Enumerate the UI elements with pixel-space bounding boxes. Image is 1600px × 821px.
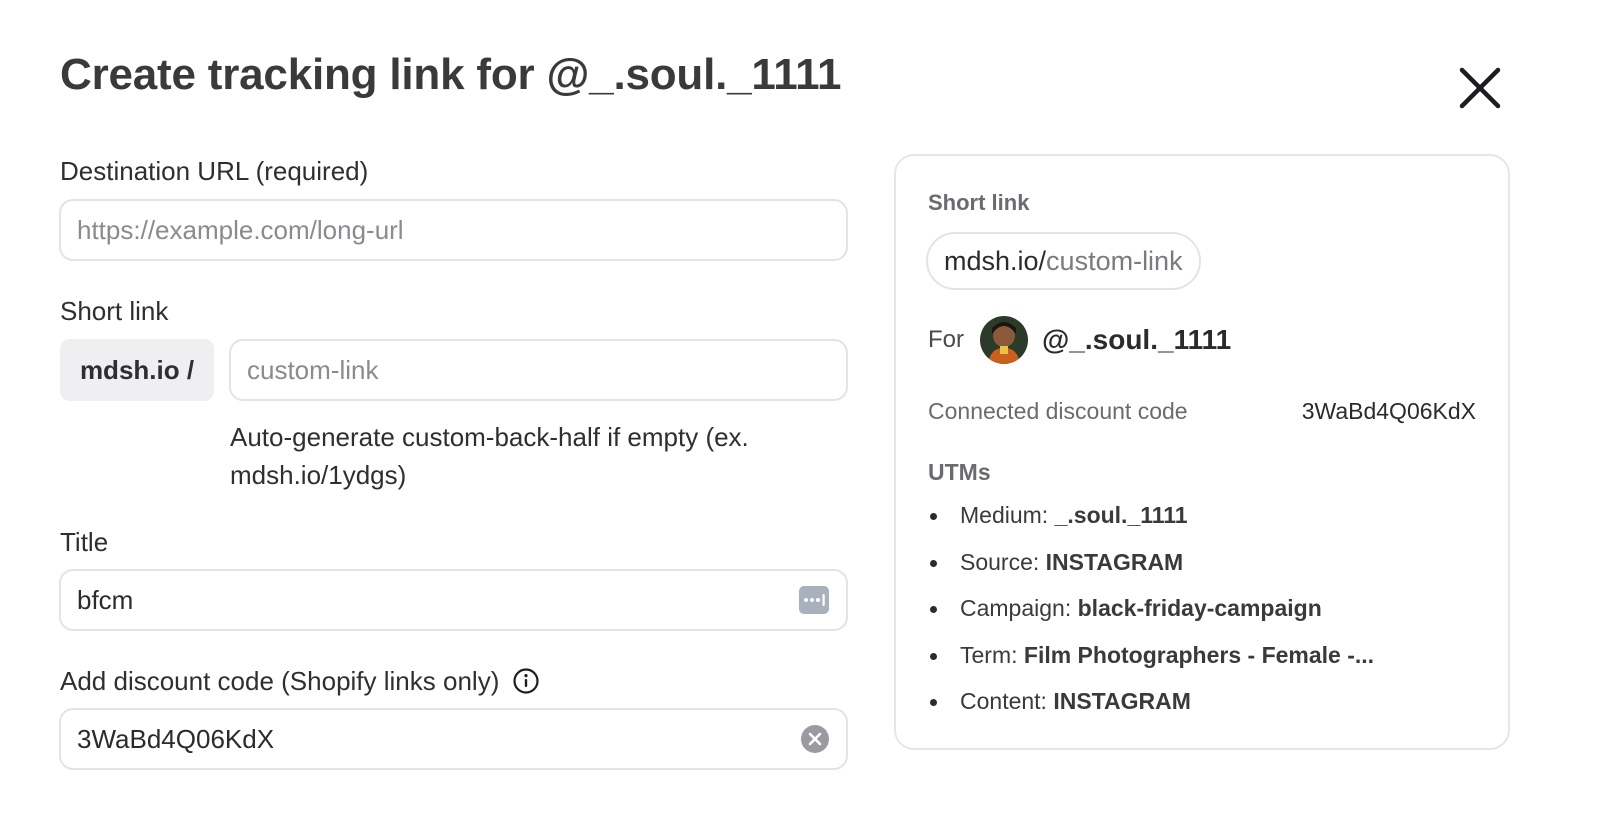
preview-card: Short link mdsh.io/custom-link For @_.so… [894, 154, 1510, 750]
utm-value: INSTAGRAM [1053, 688, 1191, 714]
clear-icon[interactable] [800, 724, 830, 754]
utm-key: Medium: [960, 502, 1049, 528]
preview-for-label: For [928, 326, 964, 353]
preview-short-link: mdsh.io/custom-link [926, 232, 1201, 290]
short-link-hint: Auto-generate custom-back-half if empty … [230, 422, 749, 490]
preview-discount-value: 3WaBd4Q06KdX [1301, 398, 1476, 424]
discount-code-input[interactable] [77, 723, 792, 755]
short-link-field[interactable] [229, 339, 848, 401]
utm-item-source: Source: INSTAGRAM [928, 549, 1374, 596]
preview-utms-caption: UTMs [928, 459, 991, 485]
preview-short-link-base: mdsh.io/ [944, 245, 1047, 276]
destination-url-input[interactable] [77, 214, 830, 246]
title-field[interactable] [59, 569, 848, 631]
title-label: Title [60, 527, 109, 557]
create-tracking-link-modal: Create tracking link for @_.soul._1111 D… [0, 0, 1600, 821]
preview-discount-label: Connected discount code [928, 398, 1188, 424]
avatar [980, 316, 1028, 364]
utm-key: Source: [960, 548, 1040, 575]
short-link-label: Short link [60, 296, 169, 326]
password-manager-icon[interactable] [798, 585, 830, 615]
utm-key: Campaign: [960, 595, 1072, 621]
preview-short-link-caption: Short link [928, 190, 1030, 215]
preview-short-link-slug: custom-link [1046, 245, 1183, 276]
short-link-prefix: mdsh.io / [60, 339, 214, 401]
utm-item-term: Term: Film Photographers - Female -... [928, 642, 1374, 689]
utm-value: Film Photographers - Female -... [1023, 641, 1375, 668]
destination-url-label: Destination URL (required) [60, 156, 369, 186]
title-input[interactable] [77, 584, 790, 616]
utm-value: INSTAGRAM [1045, 548, 1184, 575]
utm-key: Term: [960, 641, 1018, 668]
utm-item-medium: Medium: _.soul._1111 [928, 502, 1374, 549]
destination-url-field[interactable] [59, 199, 848, 261]
preview-handle: @_.soul._1111 [1042, 324, 1232, 355]
info-icon[interactable] [513, 668, 539, 694]
utm-key: Content: [960, 688, 1047, 714]
preview-for-row: For @_.soul._1111 [928, 316, 1231, 364]
discount-code-label-text: Add discount code (Shopify links only) [60, 666, 500, 696]
discount-code-field[interactable] [59, 708, 848, 770]
utm-value: _.soul._1111 [1054, 502, 1188, 528]
short-link-input[interactable] [247, 354, 830, 386]
discount-code-label: Add discount code (Shopify links only) [60, 666, 539, 697]
utm-item-campaign: Campaign: black-friday-campaign [928, 595, 1374, 642]
utm-item-content: Content: INSTAGRAM [928, 688, 1374, 735]
utm-value: black-friday-campaign [1077, 595, 1322, 621]
modal-title: Create tracking link for @_.soul._1111 [60, 50, 842, 99]
close-button[interactable] [1454, 62, 1506, 114]
utm-list: Medium: _.soul._1111 Source: INSTAGRAM C… [928, 502, 1374, 735]
close-icon [1459, 67, 1501, 109]
